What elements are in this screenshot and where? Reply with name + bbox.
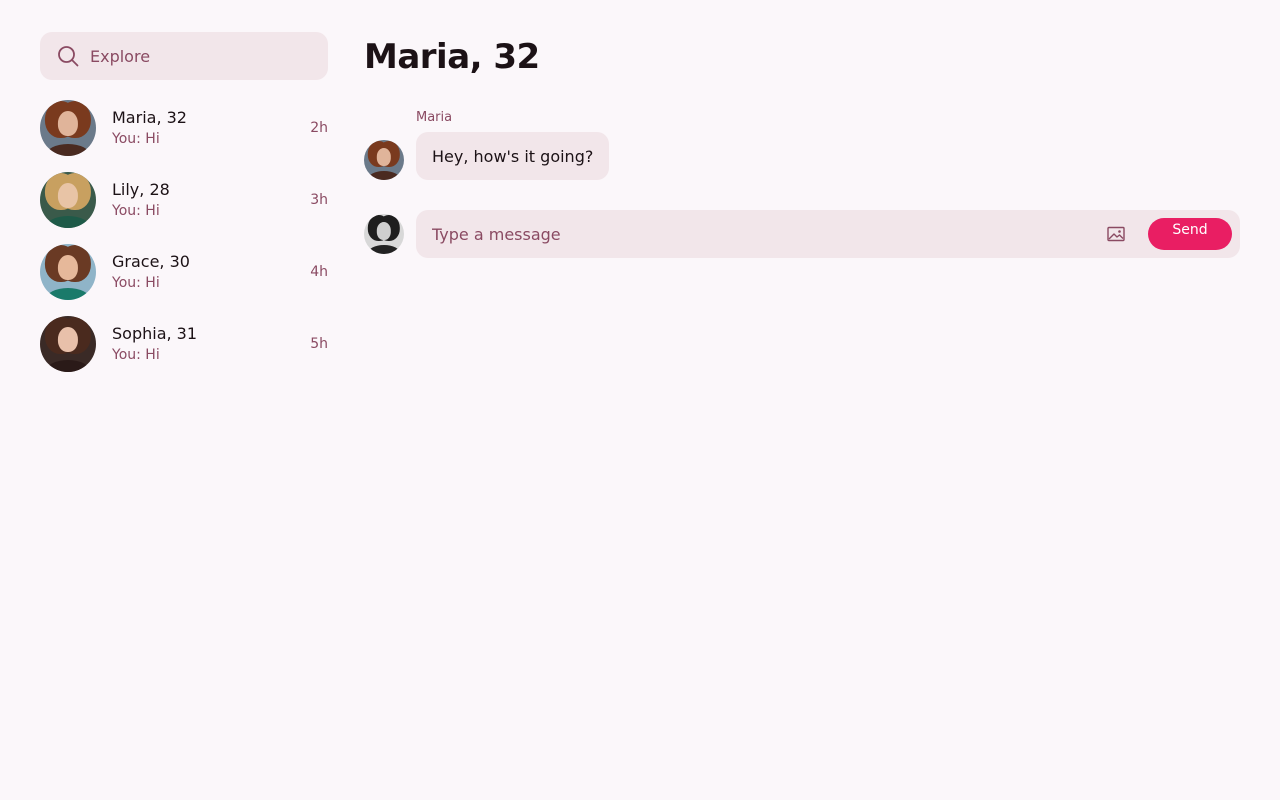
conversation-time: 3h [310,192,328,208]
avatar [40,100,96,156]
conversation-item-grace[interactable]: Grace, 30 You: Hi 4h [40,244,328,300]
my-avatar [364,214,404,254]
message-bubble: Hey, how's it going? [416,132,610,180]
conversation-time: 5h [310,336,328,352]
messaging-app: Maria, 32 You: Hi 2h Lily, 28 You: Hi 3h [0,0,1280,800]
avatar [40,316,96,372]
search-icon [56,44,80,68]
conversation-time: 4h [310,264,328,280]
conversation-list: Maria, 32 You: Hi 2h Lily, 28 You: Hi 3h [40,100,328,372]
conversation-time: 2h [310,120,328,136]
chat-panel: Maria, 32 Maria Hey, how's it going? Typ… [364,32,1240,258]
send-button[interactable]: Send [1148,218,1232,250]
search-bar[interactable] [40,32,328,80]
image-icon[interactable] [1104,222,1128,246]
chat-title: Maria, 32 [364,37,540,77]
message-input[interactable] [432,224,1104,244]
conversation-preview: You: Hi [112,347,160,363]
search-input[interactable] [90,46,290,66]
sidebar: Maria, 32 You: Hi 2h Lily, 28 You: Hi 3h [40,32,328,388]
conversation-item-sophia[interactable]: Sophia, 31 You: Hi 5h [40,316,328,372]
conversation-item-lily[interactable]: Lily, 28 You: Hi 3h [40,172,328,228]
conversation-preview: You: Hi [112,275,160,291]
conversation-name: Sophia, 31 [112,324,198,343]
conversation-name: Lily, 28 [112,180,170,199]
message-input-container: Send [416,210,1240,258]
conversation-name: Maria, 32 [112,108,187,127]
avatar [40,172,96,228]
avatar [40,244,96,300]
conversation-item-maria[interactable]: Maria, 32 You: Hi 2h [40,100,328,156]
message-sender: Maria [416,110,453,125]
conversation-preview: You: Hi [112,203,160,219]
conversation-preview: You: Hi [112,131,160,147]
conversation-name: Grace, 30 [112,252,190,271]
sender-avatar [364,140,404,180]
message-composer: Send [364,210,1240,258]
message-row: Maria Hey, how's it going? [364,110,1240,182]
